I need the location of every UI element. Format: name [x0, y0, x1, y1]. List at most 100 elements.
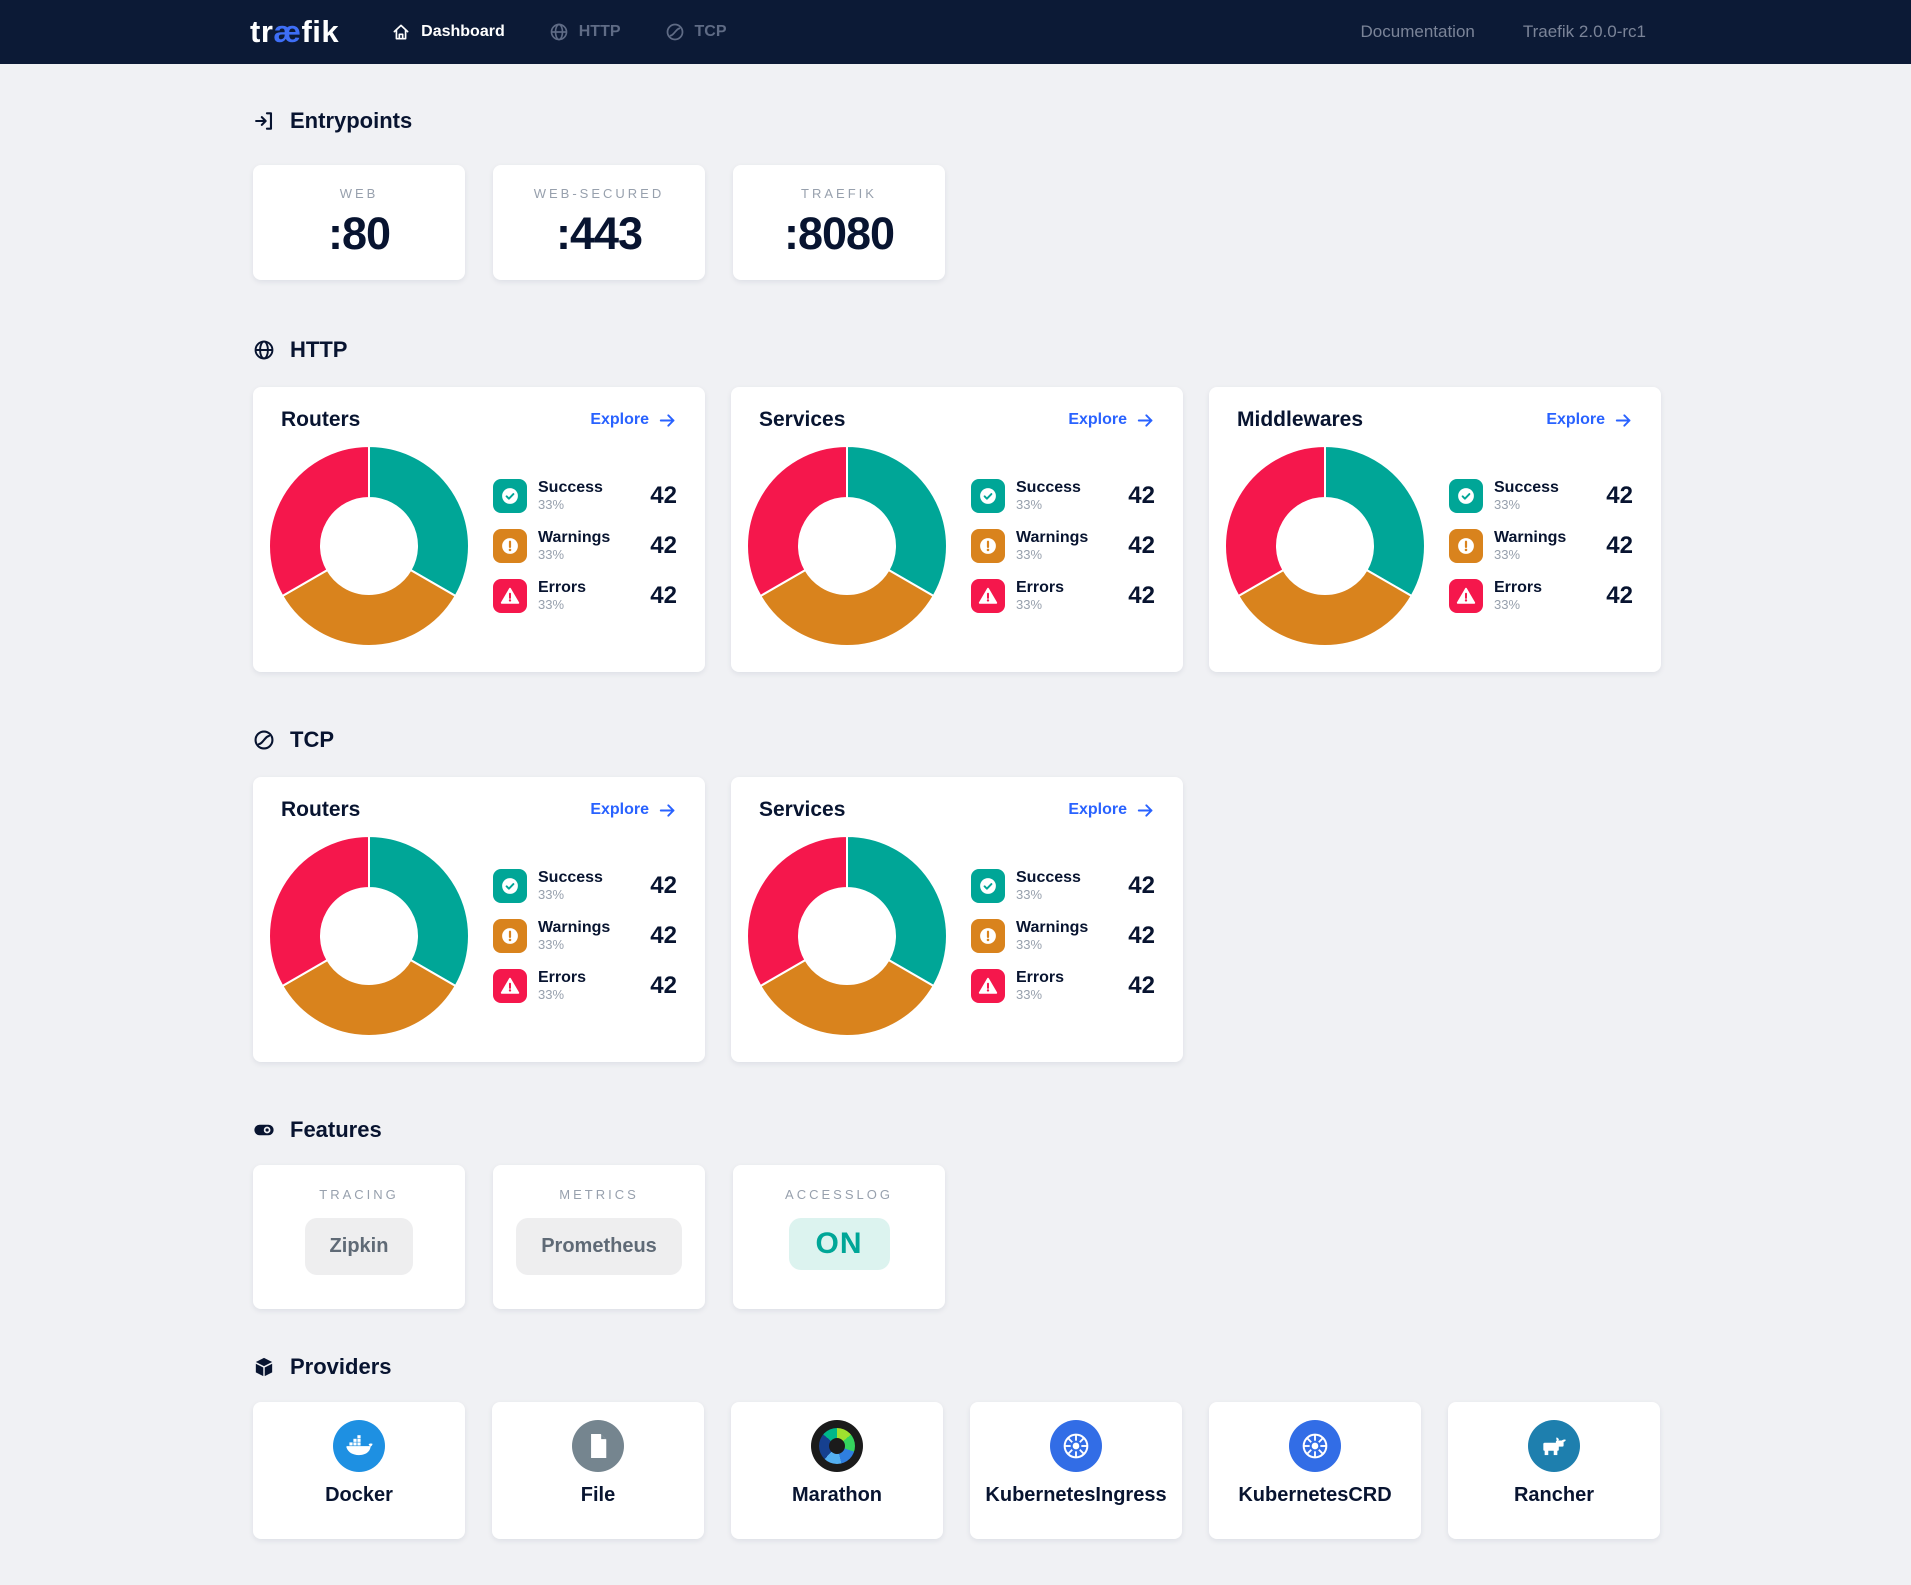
documentation-link[interactable]: Documentation: [1361, 22, 1475, 42]
donut-chart: [1225, 446, 1425, 646]
tcp-icon: [665, 22, 685, 42]
warning-legend-icon: [971, 919, 1005, 953]
legend-row: Warnings 33% 42: [971, 919, 1155, 953]
explore-label: Explore: [1068, 411, 1127, 429]
entrypoint-card: TRAEFIK :8080: [733, 165, 945, 280]
donut-chart: [747, 446, 947, 646]
explore-link[interactable]: Explore: [1068, 411, 1155, 430]
tcp-icon: [253, 729, 275, 751]
nav-right: Documentation Traefik 2.0.0-rc1: [1361, 22, 1646, 42]
legend-label: Warnings: [538, 529, 610, 547]
arrow-right-icon: [1614, 411, 1633, 430]
check-circle-icon: [977, 875, 999, 897]
legend-row: Warnings 33% 42: [971, 529, 1155, 563]
card-title: Services: [759, 408, 845, 432]
explore-link[interactable]: Explore: [590, 801, 677, 820]
rancher-icon: [1528, 1420, 1580, 1472]
features-icon: [253, 1119, 275, 1141]
file-icon: [582, 1430, 614, 1462]
legend-label: Success: [538, 869, 603, 887]
legend-row: Warnings 33% 42: [493, 919, 677, 953]
section-title: HTTP: [290, 337, 347, 363]
legend-percentage: 33%: [1016, 887, 1081, 903]
section-title: Providers: [290, 1354, 392, 1380]
provider-card-kubernetescrd: KubernetesCRD: [1209, 1402, 1421, 1539]
legend-label: Errors: [1494, 579, 1542, 597]
exclamation-circle-icon: [1455, 535, 1477, 557]
legend-count: 42: [650, 922, 677, 950]
entrypoint-port: :80: [253, 208, 465, 260]
arrow-right-icon: [658, 411, 677, 430]
card-title: Routers: [281, 798, 360, 822]
section-title: Features: [290, 1117, 382, 1143]
card-title: Routers: [281, 408, 360, 432]
provider-card-marathon: Marathon: [731, 1402, 943, 1539]
error-legend-icon: [971, 969, 1005, 1003]
version-link[interactable]: Traefik 2.0.0-rc1: [1523, 22, 1646, 42]
entrypoint-label: WEB-SECURED: [493, 186, 705, 201]
provider-card-docker: Docker: [253, 1402, 465, 1539]
legend-label: Errors: [1016, 969, 1064, 987]
explore-link[interactable]: Explore: [1068, 801, 1155, 820]
legend-percentage: 33%: [538, 887, 603, 903]
feature-card: TRACING Zipkin: [253, 1165, 465, 1309]
legend-percentage: 33%: [1016, 547, 1088, 563]
entrypoints-row: WEB :80 WEB-SECURED :443 TRAEFIK :8080: [253, 165, 1661, 280]
explore-link[interactable]: Explore: [1546, 411, 1633, 430]
legend-count: 42: [650, 532, 677, 560]
explore-link[interactable]: Explore: [590, 411, 677, 430]
docker-icon: [333, 1420, 385, 1472]
nav-item-tcp[interactable]: TCP: [665, 22, 727, 42]
warning-triangle-icon: [499, 585, 521, 607]
legend-row: Success 33% 42: [971, 479, 1155, 513]
provider-label: KubernetesCRD: [1209, 1484, 1421, 1507]
globe-icon: [549, 22, 569, 42]
legend-count: 42: [1606, 532, 1633, 560]
legend-percentage: 33%: [1016, 497, 1081, 513]
warning-legend-icon: [971, 529, 1005, 563]
legend-row: Errors 33% 42: [493, 969, 677, 1003]
legend-count: 42: [1606, 582, 1633, 610]
exclamation-circle-icon: [499, 535, 521, 557]
providers-heading: Providers: [253, 1354, 1661, 1380]
error-legend-icon: [1449, 579, 1483, 613]
legend-count: 42: [1128, 922, 1155, 950]
http-cards-row: Routers Explore Success 33% 42 Warnings …: [253, 387, 1661, 672]
entrypoint-port: :443: [493, 208, 705, 260]
legend-row: Errors 33% 42: [1449, 579, 1633, 613]
success-legend-icon: [493, 869, 527, 903]
legend-label: Success: [1494, 479, 1559, 497]
warning-triangle-icon: [977, 975, 999, 997]
provider-card-kubernetesingress: KubernetesIngress: [970, 1402, 1182, 1539]
legend-row: Success 33% 42: [493, 869, 677, 903]
error-legend-icon: [493, 969, 527, 1003]
provider-label: Marathon: [731, 1484, 943, 1507]
marathon-icon: [811, 1420, 863, 1472]
kubernetes-icon: [1050, 1420, 1102, 1472]
dashboard-main: Entrypoints WEB :80 WEB-SECURED :443 TRA…: [0, 108, 1911, 1539]
success-legend-icon: [493, 479, 527, 513]
exclamation-circle-icon: [499, 925, 521, 947]
card-title: Services: [759, 798, 845, 822]
http-heading: HTTP: [253, 337, 1661, 363]
legend-row: Warnings 33% 42: [1449, 529, 1633, 563]
nav-item-http[interactable]: HTTP: [549, 22, 621, 42]
arrow-right-icon: [1136, 411, 1155, 430]
legend-row: Errors 33% 42: [971, 969, 1155, 1003]
box-icon: [253, 1356, 275, 1378]
feature-card: METRICS Prometheus: [493, 1165, 705, 1309]
nav-item-dashboard[interactable]: Dashboard: [391, 22, 505, 42]
legend-count: 42: [650, 972, 677, 1000]
chart-legend: Success 33% 42 Warnings 33% 42 Errors 33…: [971, 479, 1155, 613]
legend-count: 42: [1606, 482, 1633, 510]
check-circle-icon: [499, 875, 521, 897]
warning-triangle-icon: [977, 585, 999, 607]
tcp-routers-card: Routers Explore Success 33% 42 Warnings …: [253, 777, 705, 1062]
entrypoints-icon: [253, 110, 275, 132]
chart-legend: Success 33% 42 Warnings 33% 42 Errors 33…: [493, 479, 677, 613]
entrypoint-card: WEB-SECURED :443: [493, 165, 705, 280]
exclamation-circle-icon: [977, 535, 999, 557]
warning-triangle-icon: [499, 975, 521, 997]
legend-label: Warnings: [1016, 529, 1088, 547]
legend-percentage: 33%: [1016, 937, 1088, 953]
